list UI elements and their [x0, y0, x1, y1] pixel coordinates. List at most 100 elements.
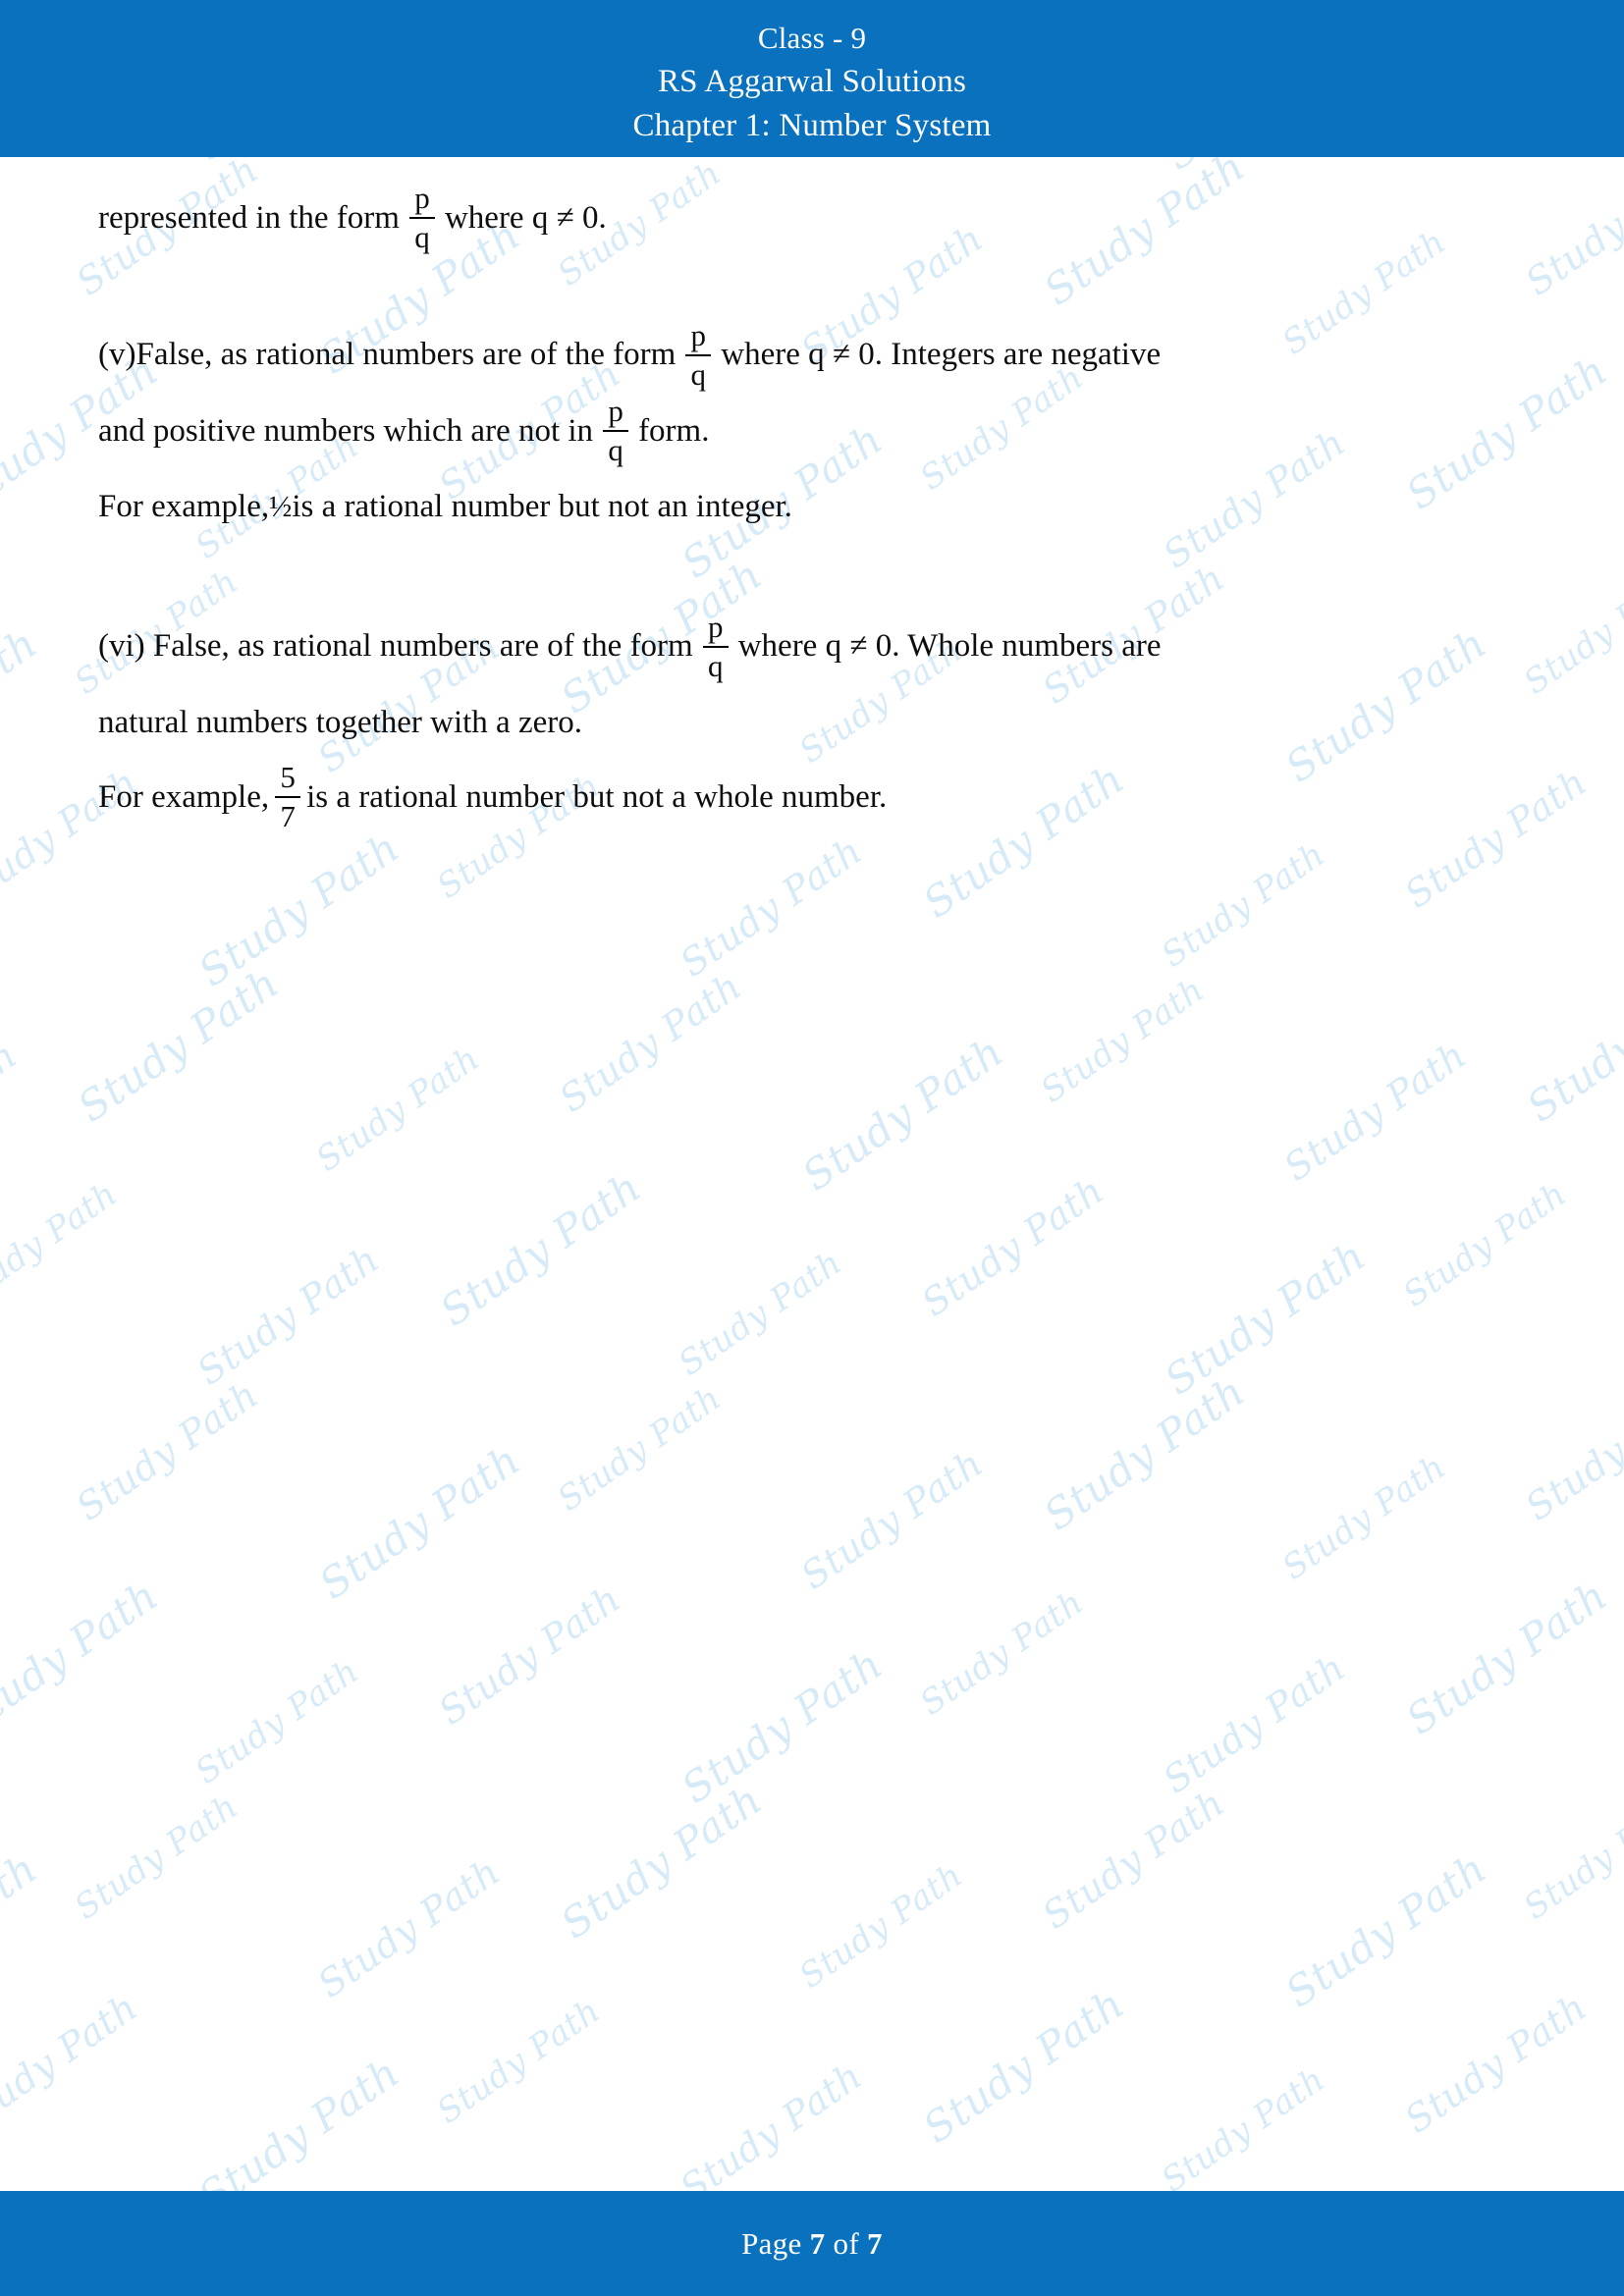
watermark-text: Study Path [67, 1787, 245, 1928]
page-header: Class - 9 RS Aggarwal Solutions Chapter … [0, 0, 1624, 157]
fraction-5-over-7: 57 [275, 760, 301, 833]
header-chapter-line: Chapter 1: Number System [632, 107, 992, 143]
watermark-text: Study Path [68, 1372, 267, 1529]
fraction-bar [685, 353, 712, 356]
footer-prefix: Page [741, 2225, 802, 2261]
document-page: Study PathStudy PathStudy PathStudy Path… [0, 0, 1624, 2296]
fraction-bar [275, 796, 301, 799]
text-line: (vi) False, as rational numbers are of t… [98, 609, 1526, 684]
watermark-text: Study Path [308, 1039, 487, 1180]
text-segment: where q ≠ 0. Whole numbers are [737, 628, 1162, 665]
watermark-text: Study Path [914, 1979, 1133, 2153]
watermark-text: Study Path [0, 1174, 125, 1315]
text-line: represented in the form p q where q ≠ 0. [98, 181, 1526, 256]
watermark-text: Study Path [1516, 1787, 1624, 1928]
watermark-text: Study Path [0, 1571, 167, 1744]
text-segment: is a rational number but not an integer. [292, 489, 792, 525]
text-line: For example, 5 7 is a rational number but n… [98, 760, 1526, 835]
fraction-bar [702, 645, 729, 648]
watermark-text: Study Path [0, 1447, 4, 1587]
text-segment: represented in the form [98, 200, 400, 236]
watermark-text: Study Path [0, 1843, 46, 2016]
watermark-text: Study Path [1395, 1174, 1574, 1315]
fraction-denominator: q [608, 433, 623, 468]
footer-total-pages: 7 [867, 2225, 883, 2261]
watermark-text: Study Path [189, 1237, 388, 1394]
text-segment: (vi) False, as rational numbers are of t… [98, 628, 693, 665]
fraction-p-over-q: pq [702, 609, 729, 683]
fraction-denominator: q [414, 220, 430, 255]
watermark-text: Study Path [309, 1849, 509, 2006]
fraction-bar [603, 430, 629, 433]
paragraph-continued: represented in the form p q where q ≠ 0. [98, 181, 1526, 256]
watermark-text: Study Path [913, 1168, 1112, 1325]
half-fraction-glyph: ½ [269, 489, 293, 524]
text-segment: form. [638, 412, 710, 449]
fraction-denominator: q [690, 356, 707, 392]
text-segment: For example, [98, 489, 270, 525]
fraction-bar [408, 217, 435, 220]
watermark-text: Study Path [1517, 1372, 1624, 1529]
text-line: natural numbers together with a zero. [98, 704, 582, 740]
watermark-text: Study Path [672, 2054, 871, 2211]
footer-current-page: 7 [809, 2225, 826, 2261]
header-class-line: Class - 9 [757, 20, 867, 55]
paragraph-item-vi: (vi) False, as rational numbers are of t… [98, 609, 1526, 835]
page-number-label: Page 7 of 7 [741, 2226, 883, 2262]
watermark-text: Study Path [0, 1985, 146, 2142]
text-segment: is a rational number but not a whole num… [306, 778, 888, 815]
watermark-text: Study Path [1397, 1571, 1616, 1744]
watermark-text: Study Path [792, 1441, 992, 1598]
watermark-text: Study Path [189, 823, 408, 996]
watermark-text: Study Path [671, 1243, 849, 1384]
text-segment: where q ≠ 0. [444, 200, 607, 236]
watermark-text: Study Path [550, 1378, 729, 1520]
watermark-text: Study Path [672, 828, 871, 986]
watermark-text: Study Path [69, 958, 288, 1132]
page-content: represented in the form p q where q ≠ 0. (v… [0, 157, 1624, 835]
watermark-text: Study Path [1274, 1447, 1453, 1588]
fraction-numerator: 5 [280, 760, 296, 795]
fraction-p-over-q: pq [408, 181, 435, 255]
watermark-text: Study Path [1518, 958, 1624, 1132]
text-segment: where q ≠ 0. Integers are negative [721, 337, 1162, 373]
text-segment: (v)False, as rational numbers are of the… [98, 337, 677, 373]
watermark-text: Study Path [1034, 1781, 1233, 1938]
watermark-text: Study Path [430, 1576, 629, 1734]
fraction-numerator: p [414, 181, 430, 216]
fraction-numerator: p [608, 394, 623, 429]
watermark-text: Study Path [912, 1582, 1091, 1724]
watermark-text: Study Path [551, 964, 750, 1121]
watermark-text: Study Path [188, 1651, 366, 1792]
watermark-text: Study Path [431, 1162, 650, 1336]
watermark-text: Study Path [1155, 1645, 1354, 1802]
watermark-text: Study Path [429, 1991, 608, 2132]
watermark-text: Study Path [0, 1033, 26, 1189]
watermark-text: Study Path [1033, 970, 1212, 1111]
watermark-text: Study Path [673, 1639, 892, 1813]
watermark-text: Study Path [1275, 1033, 1475, 1190]
watermark-text: Study Path [1396, 1985, 1596, 2142]
watermark-text: Study Path [1154, 834, 1332, 976]
watermark-text: Study Path [310, 1435, 529, 1609]
paragraph-item-v: (v)False, as rational numbers are of the… [98, 317, 1526, 544]
watermark-text: Study Path [552, 1775, 771, 1949]
fraction-numerator: p [690, 317, 707, 352]
watermark-text: Study Path [791, 1855, 970, 1997]
footer-joiner: of [833, 2225, 859, 2261]
text-segment: and positive numbers which are not in [98, 412, 594, 449]
watermark-text: Study Path [793, 1027, 1012, 1201]
header-book-line: RS Aggarwal Solutions [657, 63, 967, 99]
fraction-p-over-q: pq [603, 394, 629, 468]
text-line: For example,½is a rational number but no… [98, 469, 1526, 544]
text-line: (v)False, as rational numbers are of the… [98, 317, 1526, 393]
watermark-text: Study Path [1156, 1231, 1375, 1405]
watermark-text: Study Path [1154, 2059, 1332, 2201]
fraction-numerator: p [707, 609, 724, 644]
page-footer: Page 7 of 7 [0, 2191, 1624, 2296]
watermark-text: Study Path [1276, 1843, 1495, 2017]
fraction-p-over-q: pq [685, 317, 712, 392]
fraction-denominator: q [707, 648, 724, 683]
